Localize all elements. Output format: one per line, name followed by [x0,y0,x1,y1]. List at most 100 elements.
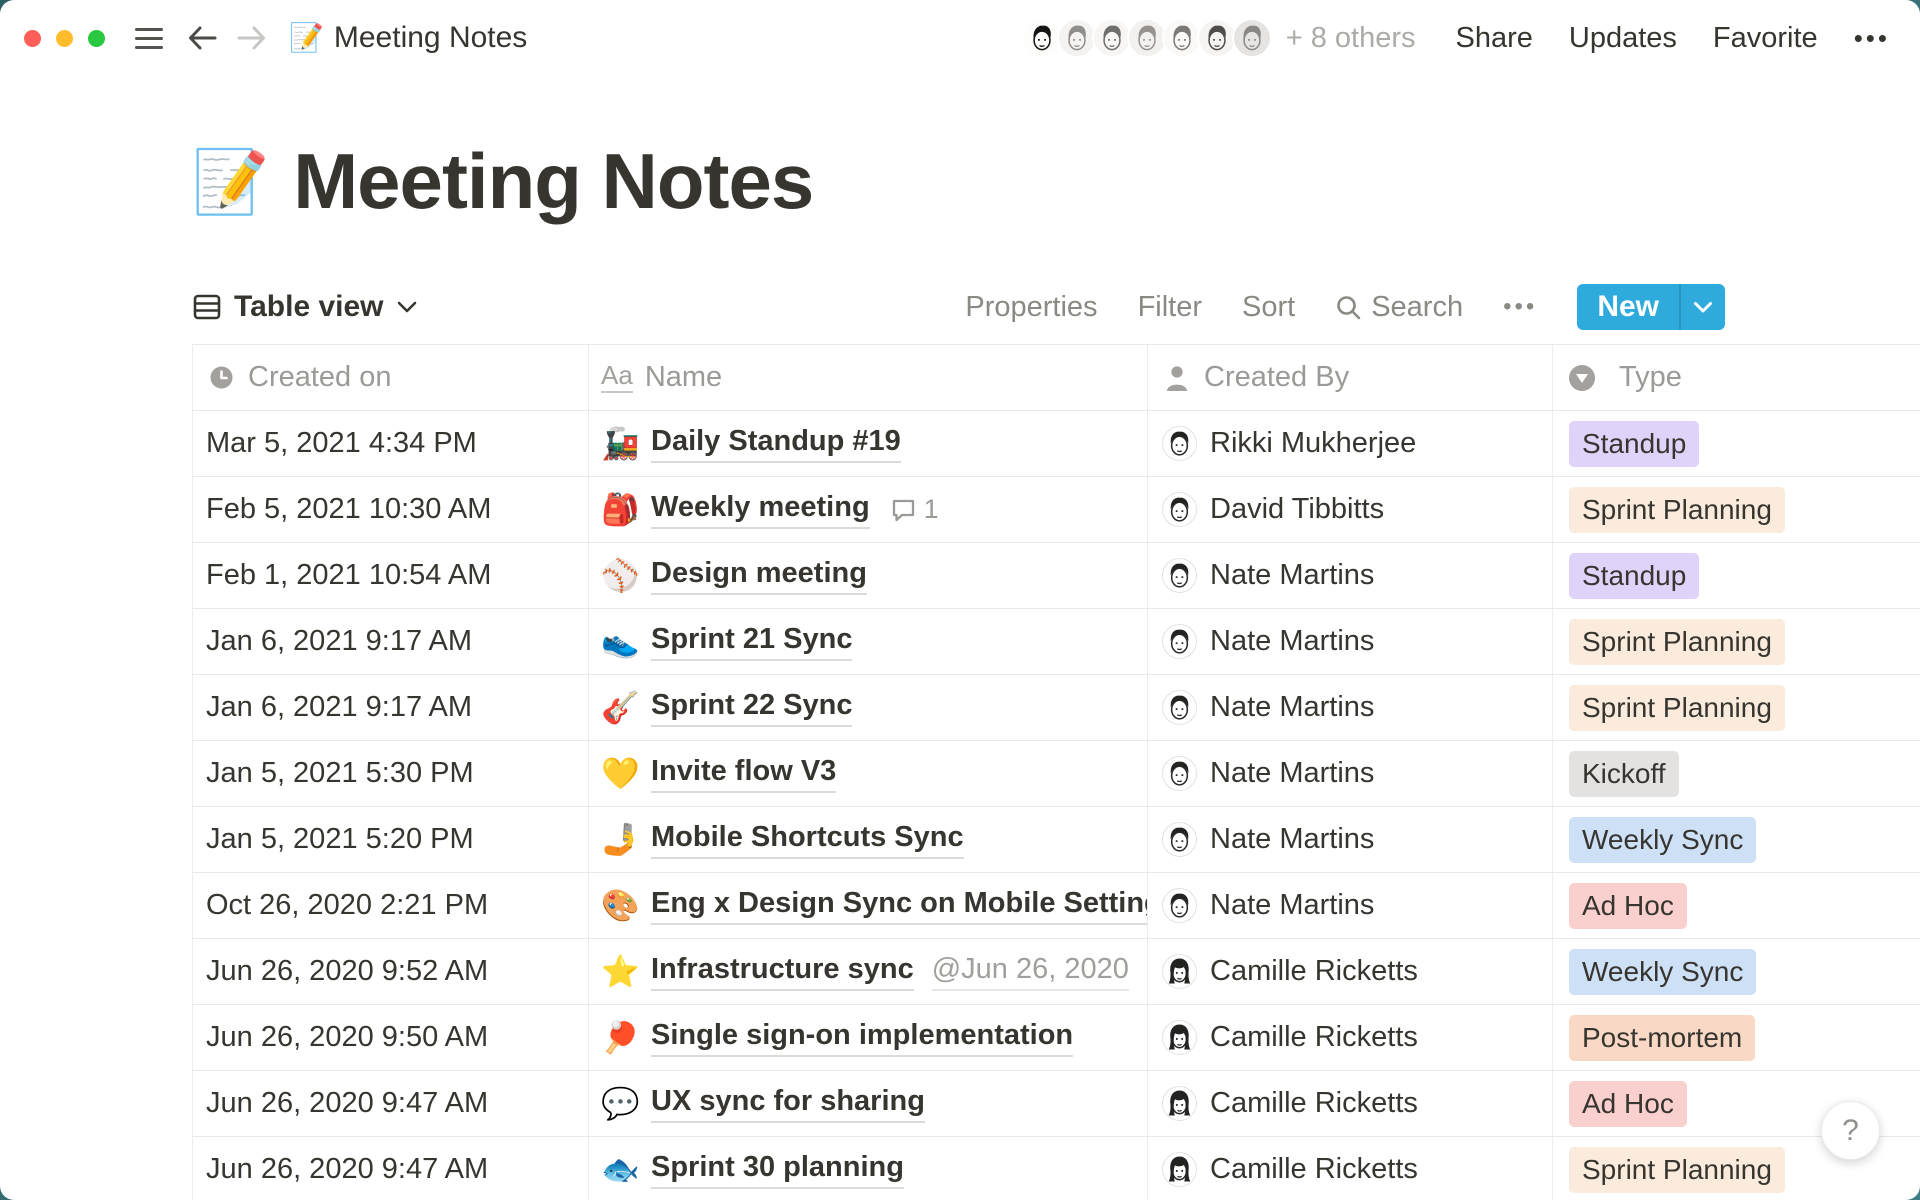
page-link[interactable]: Invite flow V3 [651,755,836,793]
cell-name[interactable]: ⭐ Infrastructure sync @Jun 26, 2020 [589,939,1148,1004]
column-header-name[interactable]: Aa Name [589,345,1148,410]
cell-type[interactable]: Ad Hoc [1553,873,1920,938]
favorite-button[interactable]: Favorite [1713,22,1818,55]
page-link[interactable]: Infrastructure sync [651,953,914,991]
cell-type[interactable]: Standup [1553,543,1920,608]
table-row[interactable]: Jan 5, 2021 5:30 PM 💛 Invite flow V3 Nat… [193,741,1920,807]
table-row[interactable]: Jun 26, 2020 9:52 AM ⭐ Infrastructure sy… [193,939,1920,1005]
cell-name[interactable]: 💛 Invite flow V3 [589,741,1148,806]
table-row[interactable]: Jan 6, 2021 9:17 AM 👟 Sprint 21 Sync Nat… [193,609,1920,675]
cell-name[interactable]: 🎨 Eng x Design Sync on Mobile Settings [589,873,1148,938]
cell-created-by[interactable]: Nate Martins [1148,543,1553,608]
table-view-switcher[interactable]: Table view [192,290,418,324]
cell-created-on[interactable]: Jan 6, 2021 9:17 AM [193,609,589,674]
column-header-created-by[interactable]: Created By [1148,345,1553,410]
facepile-overflow-count[interactable]: + 8 others [1286,22,1416,55]
cell-created-by[interactable]: Camille Ricketts [1148,1071,1553,1136]
cell-created-on[interactable]: Mar 5, 2021 4:34 PM [193,411,589,476]
table-row[interactable]: Jun 26, 2020 9:47 AM 🐟 Sprint 30 plannin… [193,1137,1920,1200]
collaborator-facepile[interactable] [1022,18,1272,58]
page-link[interactable]: Design meeting [651,557,867,595]
cell-created-by[interactable]: Nate Martins [1148,741,1553,806]
page-title[interactable]: Meeting Notes [293,142,813,220]
date-mention[interactable]: @Jun 26, 2020 [932,953,1129,991]
cell-name[interactable]: 🎸 Sprint 22 Sync [589,675,1148,740]
cell-type[interactable]: Weekly Sync [1553,939,1920,1004]
page-link[interactable]: Sprint 22 Sync [651,689,852,727]
cell-name[interactable]: 🎒 Weekly meeting 1 [589,477,1148,542]
cell-name[interactable]: 🐟 Sprint 30 planning [589,1137,1148,1200]
cell-name[interactable]: 💬 UX sync for sharing [589,1071,1148,1136]
cell-type[interactable]: Weekly Sync [1553,807,1920,872]
table-row[interactable]: Feb 1, 2021 10:54 AM ⚾ Design meeting Na… [193,543,1920,609]
cell-created-on[interactable]: Jun 26, 2020 9:47 AM [193,1071,589,1136]
filter-button[interactable]: Filter [1138,291,1202,324]
cell-type[interactable]: Standup [1553,411,1920,476]
page-link[interactable]: Weekly meeting [651,491,870,529]
table-row[interactable]: Mar 5, 2021 4:34 PM 🚂 Daily Standup #19 … [193,411,1920,477]
cell-type[interactable]: Sprint Planning [1553,609,1920,674]
cell-created-on[interactable]: Oct 26, 2020 2:21 PM [193,873,589,938]
page-icon[interactable]: 📝 [192,152,269,220]
properties-button[interactable]: Properties [965,291,1097,324]
share-button[interactable]: Share [1456,22,1533,55]
more-options-icon[interactable]: ••• [1854,23,1890,54]
sort-button[interactable]: Sort [1242,291,1295,324]
page-link[interactable]: Sprint 30 planning [651,1151,904,1189]
page-link[interactable]: Sprint 21 Sync [651,623,852,661]
cell-created-on[interactable]: Feb 1, 2021 10:54 AM [193,543,589,608]
cell-name[interactable]: 🏓 Single sign-on implementation [589,1005,1148,1070]
sidebar-menu-icon[interactable] [135,28,163,49]
cell-created-on[interactable]: Jan 6, 2021 9:17 AM [193,675,589,740]
cell-created-by[interactable]: Camille Ricketts [1148,939,1553,1004]
close-window-button[interactable] [24,30,41,47]
table-row[interactable]: Jun 26, 2020 9:50 AM 🏓 Single sign-on im… [193,1005,1920,1071]
back-arrow-icon[interactable] [185,22,219,54]
cell-created-by[interactable]: Camille Ricketts [1148,1005,1553,1070]
cell-created-by[interactable]: Nate Martins [1148,873,1553,938]
page-link[interactable]: Single sign-on implementation [651,1019,1073,1057]
cell-name[interactable]: 🚂 Daily Standup #19 [589,411,1148,476]
page-link[interactable]: UX sync for sharing [651,1085,925,1123]
column-header-type[interactable]: Type [1553,345,1920,410]
column-header-created-on[interactable]: Created on [193,345,589,410]
cell-created-on[interactable]: Jun 26, 2020 9:50 AM [193,1005,589,1070]
cell-name[interactable]: ⚾ Design meeting [589,543,1148,608]
table-row[interactable]: Oct 26, 2020 2:21 PM 🎨 Eng x Design Sync… [193,873,1920,939]
page-link[interactable]: Daily Standup #19 [651,425,901,463]
table-row[interactable]: Jan 6, 2021 9:17 AM 🎸 Sprint 22 Sync Nat… [193,675,1920,741]
table-row[interactable]: Jun 26, 2020 9:47 AM 💬 UX sync for shari… [193,1071,1920,1137]
cell-created-by[interactable]: Camille Ricketts [1148,1137,1553,1200]
cell-created-on[interactable]: Jun 26, 2020 9:52 AM [193,939,589,1004]
table-row[interactable]: Jan 5, 2021 5:20 PM 🤳 Mobile Shortcuts S… [193,807,1920,873]
page-link[interactable]: Mobile Shortcuts Sync [651,821,964,859]
comment-indicator[interactable]: 1 [890,494,939,525]
cell-created-on[interactable]: Jun 26, 2020 9:47 AM [193,1137,589,1200]
cell-name[interactable]: 👟 Sprint 21 Sync [589,609,1148,674]
cell-created-on[interactable]: Jan 5, 2021 5:20 PM [193,807,589,872]
cell-created-by[interactable]: Nate Martins [1148,807,1553,872]
cell-type[interactable]: Post-mortem [1553,1005,1920,1070]
new-button[interactable]: New [1577,284,1725,330]
breadcrumb[interactable]: 📝 Meeting Notes [289,21,527,55]
minimize-window-button[interactable] [56,30,73,47]
cell-created-on[interactable]: Feb 5, 2021 10:30 AM [193,477,589,542]
cell-name[interactable]: 🤳 Mobile Shortcuts Sync [589,807,1148,872]
cell-type[interactable]: Kickoff [1553,741,1920,806]
cell-created-by[interactable]: Nate Martins [1148,675,1553,740]
view-more-options-icon[interactable]: ••• [1503,293,1537,321]
cell-created-on[interactable]: Jan 5, 2021 5:30 PM [193,741,589,806]
cell-created-by[interactable]: Rikki Mukherjee [1148,411,1553,476]
forward-arrow-icon[interactable] [235,22,269,54]
updates-button[interactable]: Updates [1569,22,1677,55]
cell-created-by[interactable]: David Tibbitts [1148,477,1553,542]
new-dropdown-button[interactable] [1681,284,1725,330]
cell-type[interactable]: Sprint Planning [1553,675,1920,740]
page-link[interactable]: Eng x Design Sync on Mobile Settings [651,887,1148,925]
help-button[interactable]: ? [1821,1101,1880,1160]
table-row[interactable]: Feb 5, 2021 10:30 AM 🎒 Weekly meeting 1 [193,477,1920,543]
zoom-window-button[interactable] [88,30,105,47]
cell-created-by[interactable]: Nate Martins [1148,609,1553,674]
cell-type[interactable]: Sprint Planning [1553,477,1920,542]
search-button[interactable]: Search [1335,291,1463,324]
